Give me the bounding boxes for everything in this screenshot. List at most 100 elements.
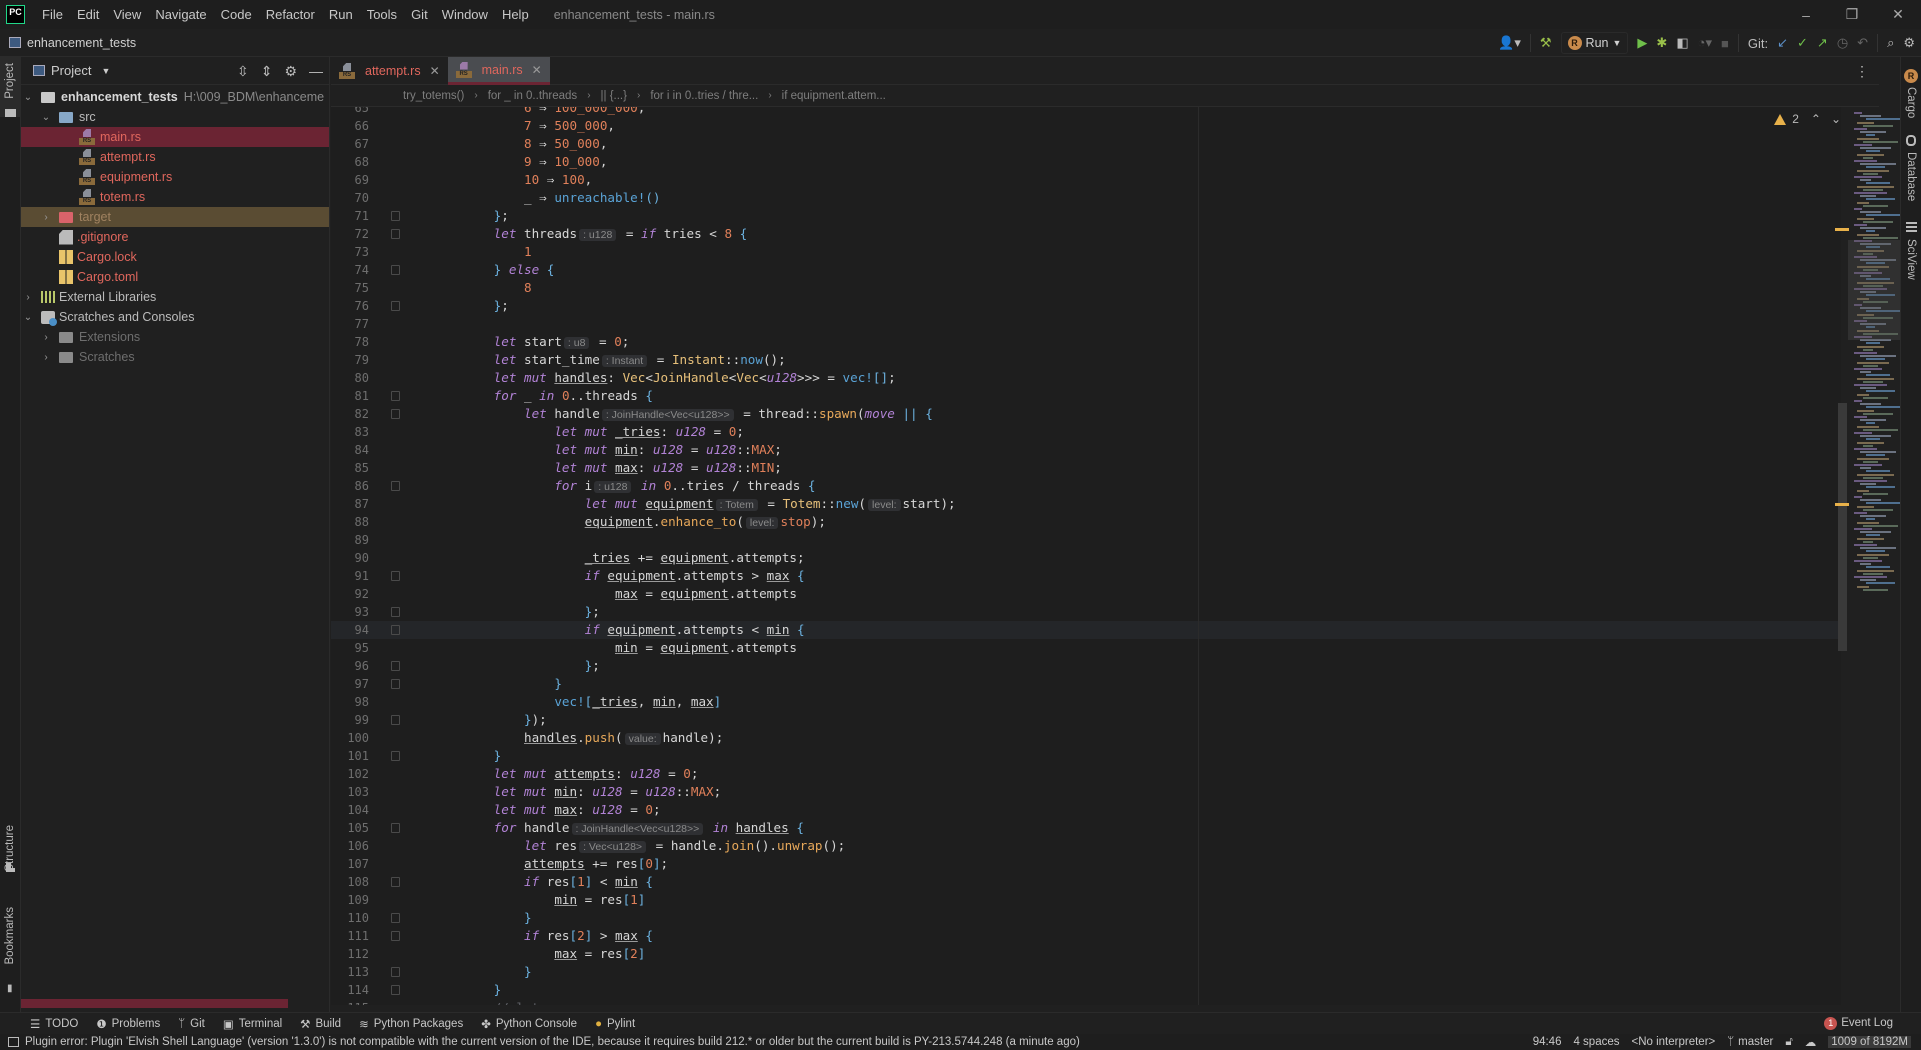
tree-item-external-libraries[interactable]: › External Libraries (21, 287, 329, 307)
breadcrumb-item[interactable]: if equipment.attem... (782, 90, 886, 102)
code-line[interactable]: 72 let threads: u128 = if tries < 8 { (331, 225, 1841, 243)
git-branch-widget[interactable]: ᛘ master (1727, 1036, 1773, 1048)
fold-marker-icon[interactable] (391, 931, 400, 941)
toggle-tool-windows-icon[interactable] (8, 1037, 19, 1047)
breadcrumb-item[interactable]: for _ in 0..threads (488, 90, 578, 102)
tree-item-root[interactable]: ⌄ enhancement_tests H:\009_BDM\enhanceme (17, 87, 329, 107)
status-message[interactable]: Plugin error: Plugin 'Elvish Shell Langu… (25, 1036, 1080, 1048)
tool-python-packages[interactable]: ≋ Python Packages (359, 1017, 463, 1031)
fold-marker-icon[interactable] (391, 265, 400, 275)
tool-build[interactable]: ⚒ Build (300, 1017, 341, 1031)
code-line[interactable]: 102 let mut attempts: u128 = 0; (331, 765, 1841, 783)
git-push-icon[interactable]: ↗ (1817, 35, 1828, 51)
tool-python-console[interactable]: ✤ Python Console (481, 1017, 577, 1031)
menu-git[interactable]: Git (404, 7, 435, 22)
line-number[interactable]: 109 (331, 891, 369, 909)
code-line[interactable]: 94 if equipment.attempts < min { (331, 621, 1841, 639)
tool-window-cargo[interactable]: Cargo (1905, 87, 1917, 118)
code-line[interactable]: 71 }; (331, 207, 1841, 225)
menu-run[interactable]: Run (322, 7, 360, 22)
tool-git[interactable]: ᛘ Git (178, 1018, 205, 1030)
code-line[interactable]: 90 _tries += equipment.attempts; (331, 549, 1841, 567)
code-line[interactable]: 89 (331, 531, 1841, 549)
line-number[interactable]: 74 (331, 261, 369, 279)
fold-marker-icon[interactable] (391, 985, 400, 995)
tool-window-bookmarks[interactable]: Bookmarks (4, 907, 16, 965)
editor-scrollbar[interactable] (1838, 403, 1847, 651)
search-icon[interactable]: ⌕ (1887, 35, 1894, 51)
nav-project[interactable]: enhancement_tests (9, 36, 136, 50)
tree-item-main-rs[interactable]: main.rs (21, 127, 329, 147)
tree-item-cargo-lock[interactable]: Cargo.lock (21, 247, 329, 267)
code-line[interactable]: 98 vec![_tries, min, max] (331, 693, 1841, 711)
code-line[interactable]: 88 equipment.enhance_to(level: stop); (331, 513, 1841, 531)
fold-marker-icon[interactable] (391, 625, 400, 635)
menu-tools[interactable]: Tools (360, 7, 404, 22)
tool-problems[interactable]: ❶ Problems (96, 1017, 160, 1031)
tree-item-gitignore[interactable]: .gitignore (21, 227, 329, 247)
code-line[interactable]: 92 max = equipment.attempts (331, 585, 1841, 603)
code-line[interactable]: 104 let mut max: u128 = 0; (331, 801, 1841, 819)
fold-marker-icon[interactable] (391, 229, 400, 239)
settings-gear-icon[interactable]: ⚙ (1903, 35, 1915, 51)
code-line[interactable]: 101 } (331, 747, 1841, 765)
code-line[interactable]: 77 (331, 315, 1841, 333)
code-line[interactable]: 82 let handle: JoinHandle<Vec<u128>> = t… (331, 405, 1841, 423)
code-line[interactable]: 86 for i: u128 in 0..tries / threads { (331, 477, 1841, 495)
previous-highlight-icon[interactable]: ⌃ (1811, 112, 1821, 126)
code-line[interactable]: 111 if res[2] > max { (331, 927, 1841, 945)
fold-marker-icon[interactable] (391, 661, 400, 671)
line-number[interactable]: 110 (331, 909, 369, 927)
line-number[interactable]: 97 (331, 675, 369, 693)
tool-window-project[interactable]: Project (4, 63, 16, 99)
code-line[interactable]: 75 8 (331, 279, 1841, 297)
stop-icon[interactable]: ■ (1721, 36, 1729, 51)
line-number[interactable]: 104 (331, 801, 369, 819)
interpreter-selector[interactable]: <No interpreter> (1632, 1036, 1716, 1048)
tree-item-cargo-toml[interactable]: Cargo.toml (21, 267, 329, 287)
code-line[interactable]: 105 for handle: JoinHandle<Vec<u128>> in… (331, 819, 1841, 837)
code-line[interactable]: 91 if equipment.attempts > max { (331, 567, 1841, 585)
line-number[interactable]: 83 (331, 423, 369, 441)
line-number[interactable]: 98 (331, 693, 369, 711)
line-number[interactable]: 89 (331, 531, 369, 549)
menu-navigate[interactable]: Navigate (148, 7, 213, 22)
breadcrumb-item[interactable]: || {...} (601, 90, 627, 102)
fold-marker-icon[interactable] (391, 823, 400, 833)
code-line[interactable]: 107 attempts += res[0]; (331, 855, 1841, 873)
line-number[interactable]: 67 (331, 135, 369, 153)
line-number[interactable]: 111 (331, 927, 369, 945)
code-line[interactable]: 97 } (331, 675, 1841, 693)
fold-marker-icon[interactable] (391, 571, 400, 581)
line-number[interactable]: 69 (331, 171, 369, 189)
line-number[interactable]: 80 (331, 369, 369, 387)
fold-marker-icon[interactable] (391, 409, 400, 419)
run-with-coverage-icon[interactable]: ◧ (1676, 35, 1688, 51)
code-line[interactable]: 74 } else { (331, 261, 1841, 279)
line-number[interactable]: 86 (331, 477, 369, 495)
tool-window-sciview[interactable]: SciView (1905, 239, 1917, 280)
code-line[interactable]: 106 let res: Vec<u128> = handle.join().u… (331, 837, 1841, 855)
tree-item-scratches-and-consoles[interactable]: ⌄ Scratches and Consoles (21, 307, 329, 327)
expand-all-icon[interactable]: ⇳ (237, 63, 249, 80)
chevron-down-icon[interactable]: ⌄ (39, 112, 53, 123)
tree-item-target[interactable]: › target (21, 207, 329, 227)
lock-icon[interactable]: 🔓︎ (1785, 1036, 1792, 1049)
warning-marker[interactable] (1835, 503, 1849, 506)
line-number[interactable]: 115 (331, 999, 369, 1005)
close-tab-icon[interactable]: ✕ (532, 63, 542, 77)
chevron-down-icon[interactable]: ⌄ (21, 92, 35, 103)
memory-indicator[interactable]: 1009 of 8192M (1828, 1036, 1911, 1048)
code-line[interactable]: 108 if res[1] < min { (331, 873, 1841, 891)
line-number[interactable]: 108 (331, 873, 369, 891)
code-line[interactable]: 83 let mut _tries: u128 = 0; (331, 423, 1841, 441)
code-line[interactable]: 80 let mut handles: Vec<JoinHandle<Vec<u… (331, 369, 1841, 387)
line-number[interactable]: 72 (331, 225, 369, 243)
code-line[interactable]: 99 }); (331, 711, 1841, 729)
close-window-button[interactable]: ✕ (1875, 0, 1921, 29)
line-number[interactable]: 113 (331, 963, 369, 981)
line-number[interactable]: 79 (331, 351, 369, 369)
code-line[interactable]: 103 let mut min: u128 = u128::MAX; (331, 783, 1841, 801)
run-config-selector[interactable]: R Run ▼ (1560, 32, 1629, 54)
code-line[interactable]: 79 let start_time: Instant = Instant::no… (331, 351, 1841, 369)
